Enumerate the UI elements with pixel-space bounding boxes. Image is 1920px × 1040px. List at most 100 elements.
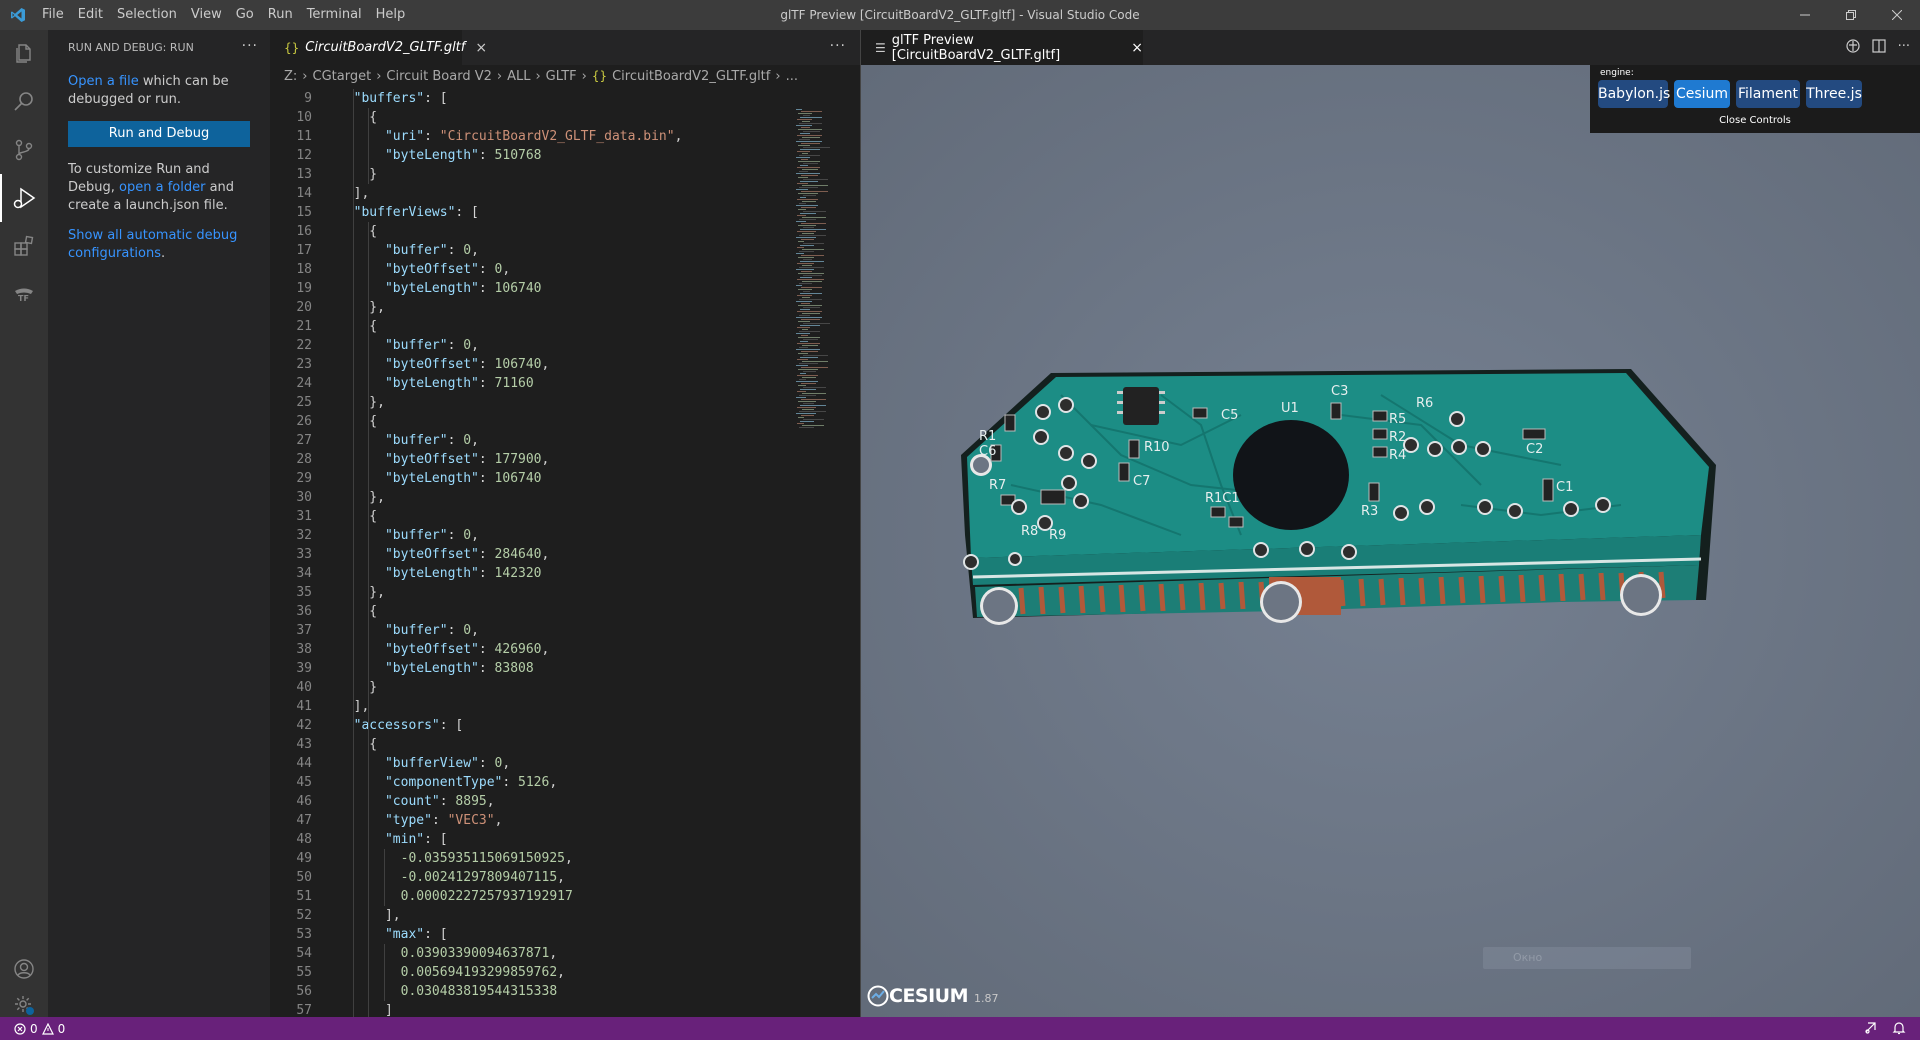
menu-terminal[interactable]: Terminal [300,0,369,30]
code-line[interactable]: ], [338,697,370,716]
breadcrumb-cgtarget[interactable]: CGtarget [313,69,372,84]
code-line[interactable]: 0.03903390094637871, [338,944,558,963]
preview-more-actions-icon[interactable]: ··· [1898,39,1910,57]
menu-view[interactable]: View [184,0,229,30]
code-line[interactable]: }, [338,488,385,507]
show-all-configs-link[interactable]: Show all automatic debug configurations [68,228,237,261]
code-line[interactable]: "type": "VEC3", [338,811,502,830]
code-line[interactable]: "byteOffset": 177900, [338,450,549,469]
engine-filament-button[interactable]: Filament [1736,80,1800,108]
code-line[interactable]: -0.035935115069150925, [338,849,573,868]
code-line[interactable]: ] [338,1001,393,1017]
code-line[interactable]: "byteOffset": 0, [338,260,510,279]
breadcrumb-all[interactable]: ALL [507,69,530,84]
tab-gltf-preview[interactable]: ☰ glTF Preview [CircuitBoardV2_GLTF.gltf… [861,30,1143,65]
account-icon[interactable] [0,945,48,993]
code-line[interactable]: 0.030483819544315338 [338,982,558,1001]
menu-selection[interactable]: Selection [110,0,184,30]
minimap[interactable] [790,87,860,1017]
breadcrumb-circuit-board[interactable]: Circuit Board V2 [386,69,491,84]
minimap-line [796,317,822,318]
gltf-3d-viewport[interactable]: U1 C3 R6 C5 R10 R1 C6 R5 R2 R4 C7 R7 R1C… [861,65,1920,1017]
breadcrumb-drive[interactable]: Z: [284,69,297,84]
gltf-action-icon[interactable] [1845,39,1860,57]
open-file-link[interactable]: Open a file [68,74,139,89]
breadcrumb-file[interactable]: CircuitBoardV2_GLTF.gltf [612,69,770,84]
engine-babylon-button[interactable]: Babylon.js [1598,80,1670,108]
close-preview-tab-icon[interactable]: × [1131,40,1143,56]
code-line[interactable]: "uri": "CircuitBoardV2_GLTF_data.bin", [338,127,682,146]
breadcrumb-gltf[interactable]: GLTF [546,69,577,84]
code-line[interactable]: { [338,108,377,127]
code-line[interactable]: }, [338,298,385,317]
close-tab-icon[interactable]: × [475,40,487,56]
code-line[interactable]: "buffer": 0, [338,241,479,260]
code-line[interactable]: { [338,735,377,754]
code-line[interactable]: -0.00241297809407115, [338,868,565,887]
menu-go[interactable]: Go [229,0,261,30]
code-line[interactable]: "componentType": 5126, [338,773,557,792]
code-line[interactable]: 0.00002227257937192917 [338,887,573,906]
code-area[interactable]: 9 "buffers": [10 {11 "uri": "CircuitBoar… [270,87,790,1017]
minimap-line [803,131,820,132]
minimap-line [800,373,806,374]
code-line[interactable]: "accessors": [ [338,716,464,735]
minimap-line [800,229,826,230]
tab-gltf-file[interactable]: {} CircuitBoardV2_GLTF.gltf × [270,30,487,65]
extensions-icon[interactable] [0,222,48,270]
code-line[interactable]: "buffer": 0, [338,431,479,450]
run-debug-icon[interactable] [0,174,48,222]
minimize-icon[interactable] [1782,0,1828,30]
engine-threejs-button[interactable]: Three.js [1806,80,1862,108]
code-line[interactable]: { [338,412,377,431]
menu-file[interactable]: File [35,0,71,30]
run-and-debug-button[interactable]: Run and Debug [68,121,250,147]
code-line[interactable]: }, [338,583,385,602]
code-line[interactable]: 0.005694193299859762, [338,963,565,982]
code-line[interactable]: } [338,165,377,184]
minimap-line [798,337,820,338]
code-line[interactable]: "buffers": [ [338,89,448,108]
source-control-icon[interactable] [0,126,48,174]
code-line[interactable]: ], [338,906,401,925]
feedback-icon[interactable] [1864,1021,1878,1038]
gltf-icon[interactable]: TF [0,270,48,318]
code-line[interactable]: { [338,317,377,336]
search-icon[interactable] [0,78,48,126]
code-line[interactable]: "byteOffset": 426960, [338,640,549,659]
code-line[interactable]: } [338,678,377,697]
split-editor-icon[interactable] [1871,39,1886,57]
code-line[interactable]: "max": [ [338,925,448,944]
code-line[interactable]: ], [338,184,370,203]
code-line[interactable]: }, [338,393,385,412]
breadcrumb-symbol[interactable]: ... [786,69,798,84]
more-actions-icon[interactable]: ··· [242,38,258,54]
code-line[interactable]: { [338,507,377,526]
code-line[interactable]: "min": [ [338,830,448,849]
code-line[interactable]: "bufferView": 0, [338,754,510,773]
code-line[interactable]: { [338,222,377,241]
code-line[interactable]: "count": 8895, [338,792,495,811]
settings-icon[interactable] [0,993,48,1017]
open-folder-link[interactable]: open a folder [119,180,205,195]
editor-more-actions-icon[interactable]: ··· [830,38,846,54]
minimap-line [801,223,826,224]
code-line[interactable]: "byteOffset": 284640, [338,545,549,564]
code-line[interactable]: "byteOffset": 106740, [338,355,549,374]
code-line[interactable]: "buffer": 0, [338,336,479,355]
restore-icon[interactable] [1828,0,1874,30]
menu-edit[interactable]: Edit [71,0,110,30]
code-line[interactable]: { [338,602,377,621]
code-line[interactable]: "buffer": 0, [338,621,479,640]
pcb-label: R3 [1361,504,1378,519]
close-window-icon[interactable] [1874,0,1920,30]
code-line[interactable]: "buffer": 0, [338,526,479,545]
menu-run[interactable]: Run [261,0,300,30]
code-line[interactable]: "bufferViews": [ [338,203,479,222]
menu-help[interactable]: Help [369,0,413,30]
close-controls-button[interactable]: Close Controls [1590,115,1920,126]
problems-indicator[interactable]: 0 0 [0,1022,65,1036]
files-icon[interactable] [0,30,48,78]
notifications-icon[interactable] [1892,1021,1906,1038]
engine-cesium-button[interactable]: Cesium [1674,80,1730,108]
